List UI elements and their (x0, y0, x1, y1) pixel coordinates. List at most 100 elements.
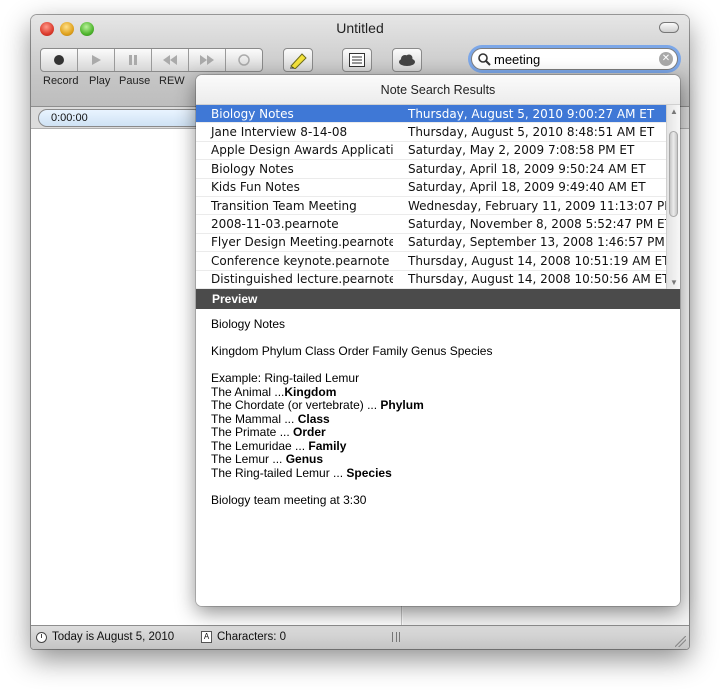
taxon-rank: Species (346, 465, 392, 480)
search-result-row[interactable]: Kids Fun Notes Saturday, April 18, 2009 9… (196, 179, 666, 197)
result-note-name: Biology Notes (211, 106, 294, 121)
popup-title: Note Search Results (196, 75, 680, 105)
search-input[interactable]: meeting (492, 52, 659, 67)
result-note-name: Biology Notes (211, 161, 294, 176)
window-title: Untitled (336, 20, 384, 36)
result-note-name: Jane Interview 8-14-08 (211, 125, 348, 140)
taxon-line: The Lemur ... Genus (211, 452, 665, 467)
preview-header: Preview (196, 289, 680, 309)
resize-grip-icon[interactable] (675, 636, 686, 647)
taxon-description: The Chordate (or vertebrate) ... (211, 398, 381, 412)
pause-button[interactable] (115, 49, 152, 71)
taxon-line: The Chordate (or vertebrate) ... Phylum (211, 398, 665, 413)
result-note-name: Apple Design Awards Application (211, 143, 393, 158)
result-note-date: Thursday, August 5, 2010 9:00:27 AM ET (408, 106, 655, 121)
timer-display: 0:00:00 (38, 109, 203, 127)
search-result-row[interactable]: Transition Team Meeting Wednesday, Februa… (196, 197, 666, 216)
status-bar: Today is August 5, 2010 A Characters: 0 (31, 625, 689, 649)
date-status: Today is August 5, 2010 (36, 631, 174, 643)
search-icon (476, 51, 492, 67)
play-button[interactable] (78, 49, 115, 71)
result-note-name: Conference keynote.pearnote (211, 253, 390, 268)
taxon-rank: Phylum (380, 398, 424, 412)
result-note-date: Thursday, August 14, 2008 10:51:19 AM ET (408, 253, 666, 268)
results-scrollbar[interactable]: ▲ ▼ (666, 105, 680, 289)
list-icon (349, 53, 365, 67)
fast-forward-icon (200, 55, 214, 65)
taxon-rank: Genus (285, 452, 324, 466)
pause-label: Pause (119, 75, 151, 87)
scroll-up-icon[interactable]: ▲ (670, 107, 678, 116)
preview-example: Example: Ring-tailed Lemur (211, 371, 360, 385)
search-result-row[interactable]: Flyer Design Meeting.pearnote Saturday, S… (196, 234, 666, 253)
search-result-row[interactable]: Jane Interview 8-14-08 Thursday, August 5… (196, 123, 666, 142)
result-note-date: Saturday, November 8, 2008 5:52:47 PM ET (408, 217, 666, 232)
result-note-date: Saturday, April 18, 2009 9:49:40 AM ET (408, 180, 646, 195)
character-count: A Characters: 0 (201, 631, 286, 643)
taxon-rank: Family (308, 438, 347, 453)
result-note-date: Saturday, May 2, 2009 7:08:58 PM ET (408, 143, 635, 158)
taxon-rank: Order (293, 425, 326, 439)
highlighter-icon (290, 53, 307, 69)
taxon-rank: Class (297, 411, 330, 426)
transport-controls (40, 48, 263, 72)
cloud-icon (399, 54, 415, 66)
search-results-list: Biology Notes Thursday, August 5, 2010 9:… (196, 105, 666, 289)
play-icon (92, 55, 101, 65)
character-count-text: Characters: 0 (217, 631, 287, 643)
result-note-name: Kids Fun Notes (211, 180, 300, 195)
record-button[interactable] (41, 49, 78, 71)
preview-footer: Biology team meeting at 3:30 (211, 492, 367, 507)
preview-heading: Kingdom Phylum Class Order Family Genus … (211, 344, 493, 358)
search-result-row[interactable]: Biology Notes Saturday, April 18, 2009 9:… (196, 160, 666, 179)
taxon-rank: Kingdom (284, 384, 337, 399)
result-note-name: 2008-11-03.pearnote (211, 217, 339, 232)
rewind-button[interactable] (152, 49, 189, 71)
clock-icon (36, 631, 47, 643)
result-note-name: Flyer Design Meeting.pearnote (211, 235, 393, 250)
taxon-line: The Lemuridae ... Family (211, 438, 665, 454)
taxon-line: The Animal ...Kingdom (211, 384, 665, 400)
preview-taxa-list: The Animal ...Kingdom The Chordate (or ve… (211, 384, 665, 481)
result-note-name: Transition Team Meeting (211, 198, 357, 213)
result-note-name: Distinguished lecture.pearnote (211, 272, 393, 287)
search-result-row[interactable]: Conference keynote.pearnote Thursday, Aug… (196, 252, 666, 271)
record-icon (54, 55, 64, 65)
highlight-button[interactable] (283, 48, 313, 72)
search-result-row[interactable]: Biology Notes Thursday, August 5, 2010 9:… (196, 105, 666, 124)
result-note-date: Wednesday, February 11, 2009 11:13:07 PM (408, 198, 666, 213)
search-result-row[interactable]: 2008-11-03.pearnote Saturday, November 8,… (196, 215, 666, 234)
result-note-date: Saturday, September 13, 2008 1:46:57 PM (408, 235, 665, 250)
search-field[interactable]: meeting ✕ (471, 48, 678, 70)
search-result-row[interactable]: Apple Design Awards Application Saturday,… (196, 142, 666, 161)
scroll-down-icon[interactable]: ▼ (670, 278, 678, 287)
taxon-description: The Lemur ... (211, 452, 286, 466)
taxon-line: The Mammal ... Class (211, 411, 665, 427)
pane-split-handle[interactable] (392, 632, 400, 642)
rewind-icon (163, 55, 177, 65)
date-status-text: Today is August 5, 2010 (52, 631, 175, 643)
pause-icon (129, 55, 137, 65)
notes-list-button[interactable] (342, 48, 372, 72)
preview-pane: Biology Notes Kingdom Phylum Class Order… (196, 309, 680, 606)
scroll-thumb[interactable] (669, 131, 678, 217)
toolbar-toggle-button[interactable] (659, 22, 679, 33)
note-search-popup: Note Search Results Biology Notes Thursda… (196, 75, 680, 606)
loop-button[interactable] (226, 49, 262, 71)
taxon-line: The Ring-tailed Lemur ... Species (211, 465, 665, 481)
character-count-icon: A (201, 631, 212, 643)
taxon-description: The Animal ... (211, 384, 285, 399)
taxon-line: The Primate ... Order (211, 425, 665, 440)
cloud-sync-button[interactable] (392, 48, 422, 72)
loop-icon (238, 54, 250, 66)
taxon-description: The Primate ... (211, 425, 294, 439)
result-note-date: Thursday, August 5, 2010 8:48:51 AM ET (408, 125, 655, 140)
clear-search-icon[interactable]: ✕ (659, 52, 673, 66)
search-result-row[interactable]: Distinguished lecture.pearnote Thursday, … (196, 271, 666, 289)
taxon-description: The Ring-tailed Lemur ... (211, 465, 347, 480)
taxon-description: The Lemuridae ... (211, 438, 309, 453)
taxon-description: The Mammal ... (211, 411, 298, 426)
preview-title: Biology Notes (211, 317, 286, 331)
fast-forward-button[interactable] (189, 49, 226, 71)
result-note-date: Thursday, August 14, 2008 10:50:56 AM ET (408, 272, 666, 287)
